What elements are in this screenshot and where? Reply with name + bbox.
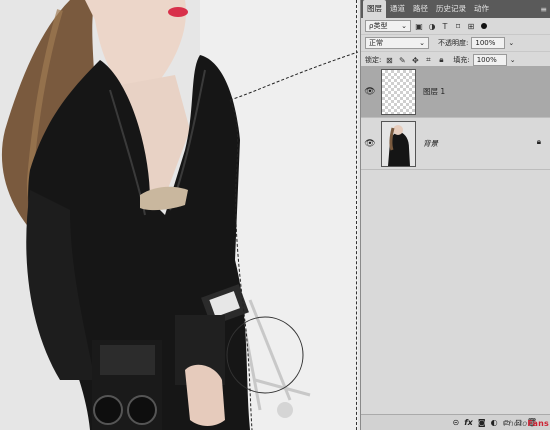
watermark-logo: PhotoFans [504,419,549,428]
watermark-part1: Photo [503,419,528,428]
tab-paths[interactable]: 路径 [409,0,432,18]
layer-row[interactable]: 👁︎ 图层 1 [361,66,550,118]
panel-menu-icon[interactable]: ≡ [540,5,547,14]
chevron-down-icon[interactable]: ⌄ [508,39,514,47]
lock-label: 锁定: [365,56,382,64]
canvas-photo [0,0,358,430]
blend-mode-value: 正常 [369,39,383,47]
eye-icon[interactable]: 👁︎ [361,139,379,149]
selection-border [356,0,357,430]
type-filter-icon[interactable]: T [440,21,450,31]
lock-all-icon[interactable]: 🔒︎ [436,55,446,65]
lock-icon: 🔒︎ [536,137,541,146]
fill-field[interactable]: 100% [472,54,507,66]
filter-kind-select[interactable]: ρ类型 ⌄ [365,20,411,32]
layer-thumbnail-transparent [381,68,416,115]
layer-thumbnail-photo [381,120,416,167]
filter-row: ρ类型 ⌄ ▣ ◑ T ⌑ ⊞ [361,18,550,35]
layer-row[interactable]: 👁︎ 背景 🔒︎ [361,118,550,170]
smart-object-filter-icon[interactable]: ⊞ [466,21,476,31]
panel-tab-bar: 图层 通道 路径 历史记录 动作 ≡ [361,0,550,18]
eye-icon[interactable]: 👁︎ [361,87,379,97]
opacity-label: 不透明度: [438,39,469,47]
layers-list: 👁︎ 图层 1 👁︎ 背景 🔒︎ [361,66,550,170]
lock-brush-icon[interactable]: ✎ [397,55,407,65]
adjustment-icon[interactable]: ◐ [491,418,498,427]
watermark-part2: Fans [527,419,549,428]
document-canvas[interactable] [0,0,358,430]
tab-actions[interactable]: 动作 [470,0,493,18]
lock-position-icon[interactable]: ✥ [410,55,420,65]
tab-layers[interactable]: 图层 [363,0,386,18]
tab-channels[interactable]: 通道 [386,0,409,18]
opacity-field[interactable]: 100% [471,37,506,49]
chevron-down-icon[interactable]: ⌄ [510,56,516,64]
pixel-filter-icon[interactable]: ▣ [414,21,424,31]
mask-icon[interactable]: ◙ [478,418,486,427]
blend-mode-select[interactable]: 正常 ⌄ [365,37,429,49]
blend-row: 正常 ⌄ 不透明度: 100% ⌄ [361,35,550,52]
lips [168,7,188,17]
fill-label: 填充: [453,56,470,64]
layers-panel: 图层 通道 路径 历史记录 动作 ≡ ρ类型 ⌄ ▣ ◑ T ⌑ ⊞ 正常 ⌄ … [360,0,550,430]
opacity-value: 100% [475,39,496,47]
layer-name: 背景 [423,139,438,148]
layer-name: 图层 1 [423,87,446,96]
filter-toggle-icon[interactable] [479,21,489,31]
adjustment-filter-icon[interactable]: ◑ [427,21,437,31]
tab-history[interactable]: 历史记录 [432,0,470,18]
chair-wheel [277,402,293,418]
chevron-down-icon: ⌄ [401,22,407,30]
lock-artboard-icon[interactable]: ⌗ [423,55,433,65]
chevron-down-icon: ⌄ [419,39,425,47]
filter-kind-value: ρ类型 [369,22,388,30]
shape-filter-icon[interactable]: ⌑ [453,21,463,31]
link-icon[interactable]: ⊝ [452,418,459,427]
lock-transparency-icon[interactable]: ⊠ [384,55,394,65]
fill-value: 100% [476,56,497,64]
fx-icon[interactable]: fx [464,418,473,427]
